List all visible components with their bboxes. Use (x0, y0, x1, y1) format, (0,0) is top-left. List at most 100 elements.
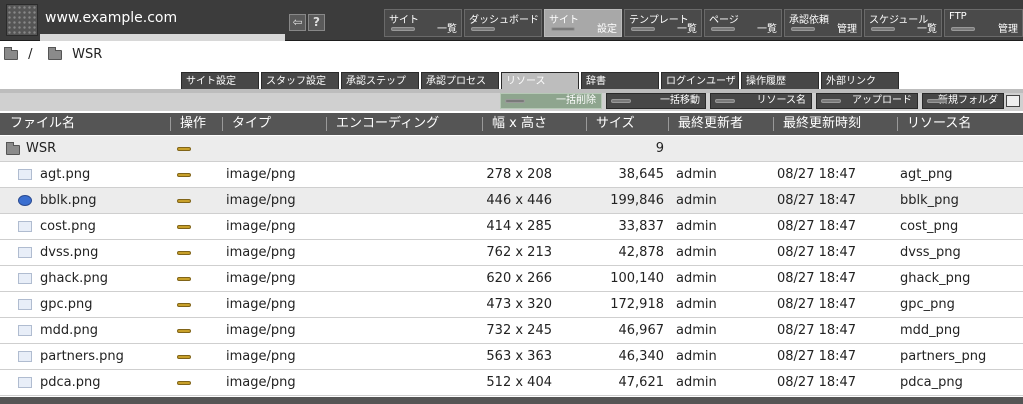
table-row[interactable]: partners.png image/png 563 x 363 46,340 admi… (0, 344, 1023, 370)
table-row[interactable]: cost.png image/png 414 x 285 33,837 admin 08/… (0, 214, 1023, 240)
file-size: 38,645 (618, 167, 665, 182)
table-header: ファイル名 操作 タイプ エンコーディング 幅 x 高さ サイズ 最終更新者 最終更新時刻 リソ… (0, 113, 1023, 135)
site-url[interactable]: www.example.com (45, 10, 177, 26)
table-row[interactable]: gpc.png image/png 473 x 320 172,918 admin 08/… (0, 292, 1023, 318)
file-dimensions: 278 x 208 (486, 167, 552, 182)
column-header-5[interactable]: サイズ (586, 113, 635, 135)
column-header-3[interactable]: エンコーディング (326, 113, 439, 135)
file-name[interactable]: partners.png (40, 344, 124, 369)
file-name[interactable]: ghack.png (40, 266, 108, 291)
column-header-2[interactable]: タイプ (222, 113, 271, 135)
image-thumbnail-icon[interactable] (18, 273, 32, 284)
operation-icon[interactable] (177, 303, 191, 307)
tab-2[interactable]: 承認ステップ (341, 72, 419, 90)
file-updated-by: admin (676, 323, 717, 338)
image-thumbnail-icon[interactable] (18, 247, 32, 258)
file-size: 199,846 (610, 193, 664, 208)
tab-3[interactable]: 承認プロセス (421, 72, 499, 90)
file-dimensions: 446 x 446 (486, 193, 552, 208)
image-thumbnail-icon[interactable] (18, 351, 32, 362)
operation-icon[interactable] (177, 199, 191, 203)
operation-icon[interactable] (177, 329, 191, 333)
menu-item-2[interactable]: サイト 設定 (544, 9, 622, 37)
operation-icon[interactable] (177, 355, 191, 359)
menu-item-4[interactable]: ページ 一覧 (704, 9, 782, 37)
operation-icon[interactable] (177, 225, 191, 229)
table-row[interactable]: dvss.png image/png 762 x 213 42,878 admin 08/… (0, 240, 1023, 266)
menu-item-3[interactable]: テンプレート 一覧 (624, 9, 702, 37)
menu-item-7[interactable]: FTP 管理 (944, 9, 1023, 37)
image-thumbnail-icon[interactable] (18, 325, 32, 336)
action-button-1[interactable]: 一括移動 (606, 93, 706, 109)
file-type: image/png (226, 193, 296, 208)
file-name[interactable]: pdca.png (40, 370, 101, 395)
action-pill-icon (821, 99, 841, 103)
table-row[interactable]: agt.png image/png 278 x 208 38,645 admin 08/2… (0, 162, 1023, 188)
file-updated-by: admin (676, 167, 717, 182)
file-name[interactable]: bblk.png (40, 188, 97, 213)
table-row-folder[interactable]: WSR 9 (0, 136, 1023, 162)
operation-icon[interactable] (177, 277, 191, 281)
resource-name: ghack_png (900, 271, 971, 286)
tab-1[interactable]: スタッフ設定 (261, 72, 339, 90)
operation-icon[interactable] (177, 147, 191, 151)
new-folder-icon[interactable] (1006, 95, 1020, 107)
breadcrumb-current[interactable]: WSR (48, 46, 102, 62)
help-icon[interactable]: ? (308, 14, 325, 31)
image-thumbnail-icon[interactable] (18, 195, 32, 206)
tab-4[interactable]: リソース (501, 72, 579, 90)
tab-0[interactable]: サイト設定 (181, 72, 259, 90)
menu-item-0[interactable]: サイト 一覧 (384, 9, 462, 37)
operation-icon[interactable] (177, 173, 191, 177)
menu-item-sublabel: 一覧 (917, 24, 937, 35)
tab-8[interactable]: 外部リンク (821, 72, 899, 90)
image-thumbnail-icon[interactable] (18, 169, 32, 180)
file-name[interactable]: mdd.png (40, 318, 98, 343)
column-header-1[interactable]: 操作 (170, 113, 206, 135)
tab-5[interactable]: 辞書 (581, 72, 659, 90)
action-pill-icon (505, 99, 525, 103)
file-updated-by: admin (676, 271, 717, 286)
operation-icon[interactable] (177, 381, 191, 385)
column-header-6[interactable]: 最終更新者 (668, 113, 743, 135)
operation-icon[interactable] (177, 251, 191, 255)
action-button-3[interactable]: アップロード (816, 93, 918, 109)
table-row[interactable]: ghack.png image/png 620 x 266 100,140 admin 0… (0, 266, 1023, 292)
column-header-8[interactable]: リソース名 (897, 113, 971, 135)
folder-name[interactable]: WSR (26, 136, 56, 161)
resource-name: bblk_png (900, 193, 959, 208)
tab-7[interactable]: 操作履歴 (741, 72, 819, 90)
file-updated-at: 08/27 18:47 (777, 219, 857, 234)
breadcrumb-root[interactable]: / (4, 46, 33, 62)
action-button-2[interactable]: リソース名 (710, 93, 812, 109)
image-thumbnail-icon[interactable] (18, 299, 32, 310)
file-updated-by: admin (676, 193, 717, 208)
file-size: 46,967 (618, 323, 665, 338)
back-icon[interactable]: ⇦ (289, 14, 306, 31)
action-button-4[interactable]: 新規フォルダ (922, 93, 1004, 109)
file-dimensions: 620 x 266 (486, 271, 552, 286)
action-button-0[interactable]: 一括削除 (500, 93, 602, 109)
file-updated-at: 08/27 18:47 (777, 167, 857, 182)
table-row[interactable]: mdd.png image/png 732 x 245 46,967 admin 08/2… (0, 318, 1023, 344)
file-name[interactable]: dvss.png (40, 240, 98, 265)
file-name[interactable]: cost.png (40, 214, 96, 239)
file-name[interactable]: gpc.png (40, 292, 93, 317)
menu-item-5[interactable]: 承認依頼 管理 (784, 9, 862, 37)
table-row[interactable]: bblk.png image/png 446 x 446 199,846 admin 08… (0, 188, 1023, 214)
file-updated-by: admin (676, 375, 717, 390)
table-row[interactable]: pdca.png image/png 512 x 404 47,621 admin 08/… (0, 370, 1023, 396)
resource-name: dvss_png (900, 245, 961, 260)
column-header-4[interactable]: 幅 x 高さ (482, 113, 547, 135)
app-logo-icon[interactable] (6, 4, 38, 36)
file-updated-at: 08/27 18:47 (777, 193, 857, 208)
file-name[interactable]: agt.png (40, 162, 90, 187)
menu-item-6[interactable]: スケジュール 一覧 (864, 9, 942, 37)
menu-item-sublabel: 一覧 (757, 24, 777, 35)
tab-6[interactable]: ログインユーザ (661, 72, 739, 90)
menu-item-1[interactable]: ダッシュボード (464, 9, 542, 37)
column-header-0[interactable]: ファイル名 (0, 113, 75, 135)
column-header-7[interactable]: 最終更新時刻 (773, 113, 861, 135)
image-thumbnail-icon[interactable] (18, 377, 32, 388)
image-thumbnail-icon[interactable] (18, 221, 32, 232)
